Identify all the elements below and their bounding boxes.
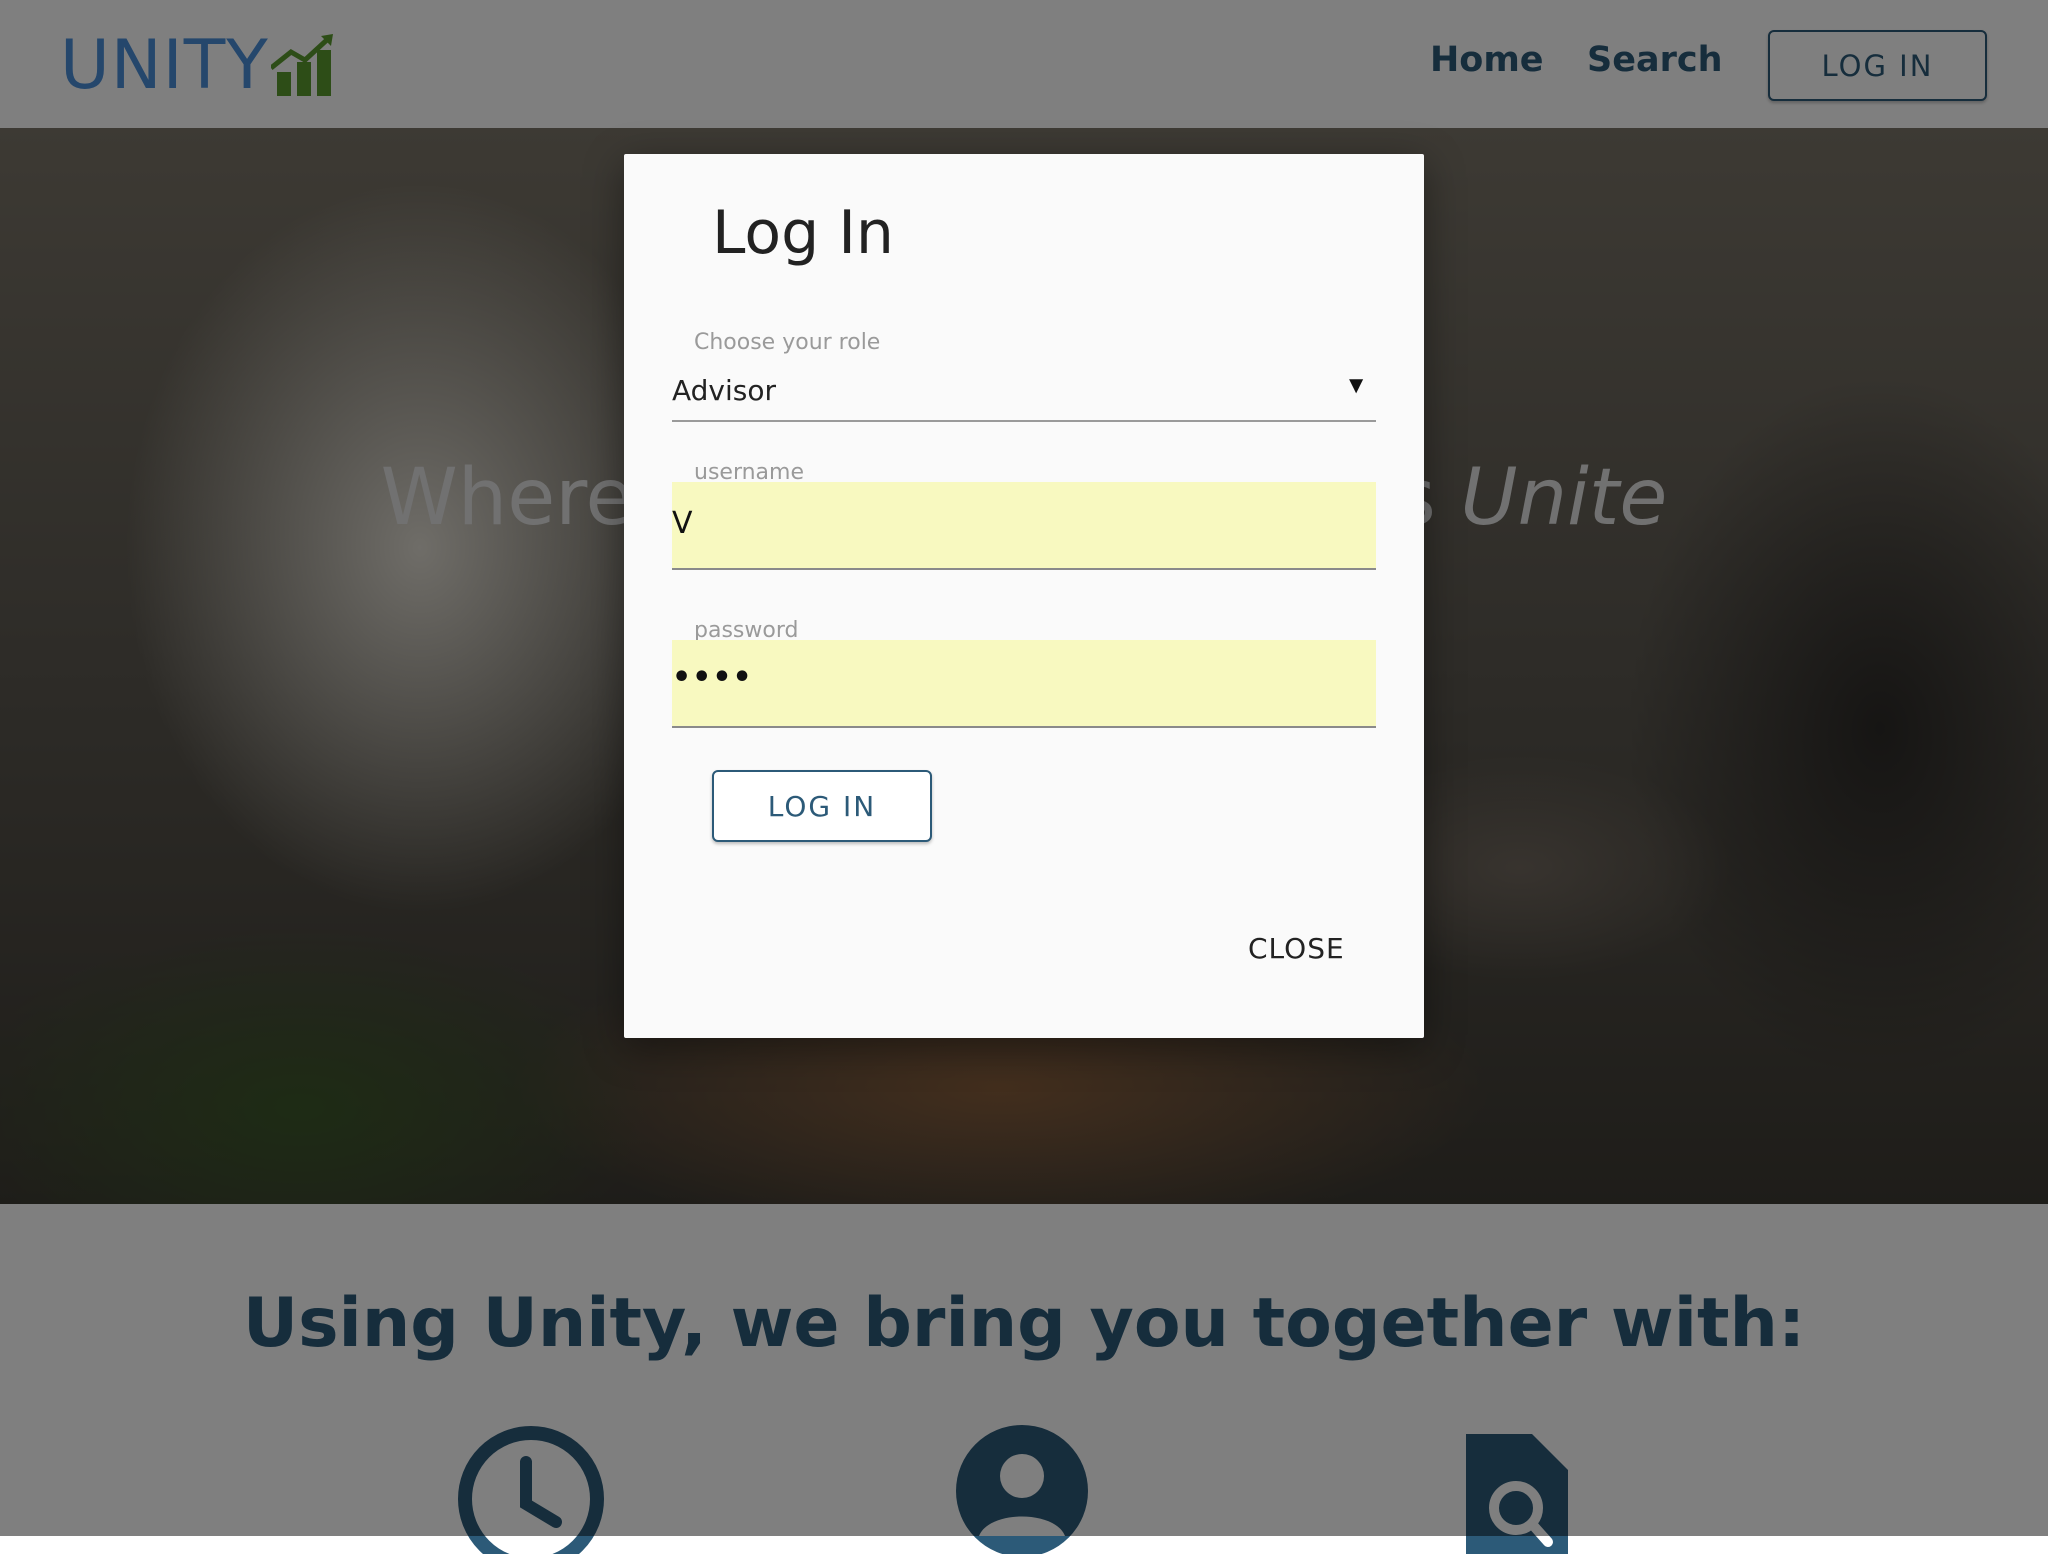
role-selected-value: Advisor [672,374,777,407]
password-value: •••• [672,660,753,695]
role-label: Choose your role [694,330,881,355]
role-select[interactable]: Advisor ▼ [672,366,1376,422]
dialog-login-button[interactable]: LOG IN [712,770,932,842]
dropdown-arrow-icon: ▼ [1344,372,1368,399]
login-dialog: Log In Choose your role Advisor ▼ userna… [624,154,1424,1038]
password-field[interactable]: •••• [672,640,1376,728]
username-value: V [672,506,693,541]
dialog-close-button[interactable]: CLOSE [1248,932,1345,965]
username-field[interactable]: V [672,482,1376,570]
dialog-title: Log In [712,198,894,268]
